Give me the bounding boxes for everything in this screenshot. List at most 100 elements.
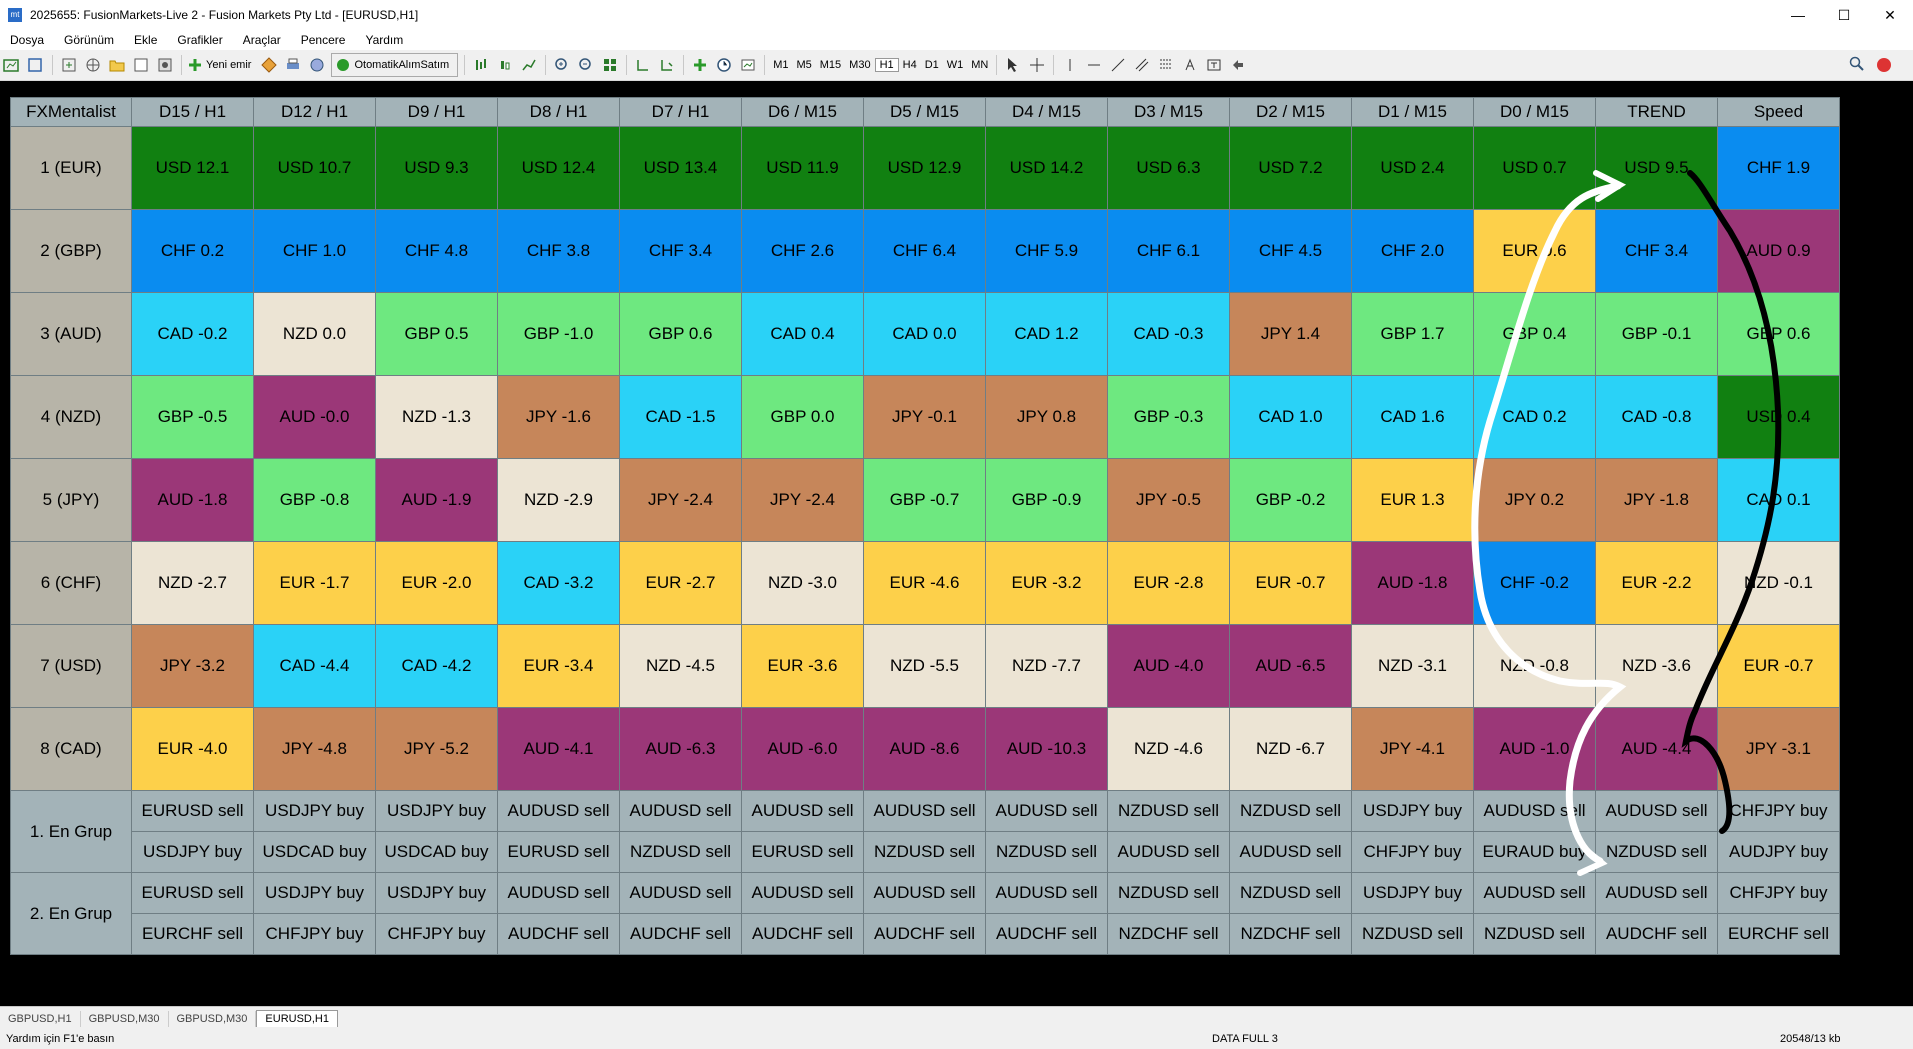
strength-cell: JPY -3.1 [1717, 707, 1840, 791]
folder-icon[interactable] [107, 54, 127, 76]
chart-shift-icon[interactable] [657, 54, 677, 76]
chart-tab[interactable]: GBPUSD,M30 [169, 1011, 257, 1027]
pair-signal-cell: EURUSD sell [131, 790, 254, 832]
strength-cell: AUD -4.1 [497, 707, 620, 791]
terminal-icon[interactable] [131, 54, 151, 76]
strength-cell: USD 13.4 [619, 126, 742, 210]
strength-cell: AUD -4.4 [1595, 707, 1718, 791]
chart-tab[interactable]: GBPUSD,H1 [0, 1011, 81, 1027]
strength-cell: EUR -2.8 [1107, 541, 1230, 625]
menu-araclar[interactable]: Araçlar [233, 33, 291, 47]
market-watch-icon[interactable] [59, 54, 79, 76]
text-tool-icon[interactable] [1180, 54, 1200, 76]
menu-ekle[interactable]: Ekle [124, 33, 167, 47]
tile-windows-icon[interactable] [600, 54, 620, 76]
zoom-in-icon[interactable] [552, 54, 572, 76]
pair-signal-cell: NZDUSD sell [863, 831, 986, 873]
status-help: Yardım için F1'e basın [6, 1033, 115, 1045]
menu-pencere[interactable]: Pencere [291, 33, 356, 47]
strength-cell: NZD -6.7 [1229, 707, 1352, 791]
autoscroll-icon[interactable] [633, 54, 653, 76]
timeframe-h4[interactable]: H4 [899, 59, 921, 71]
new-order-button[interactable]: Yeni emir [188, 54, 255, 76]
new-chart-icon[interactable] [2, 54, 22, 76]
strength-cell: CAD -3.2 [497, 541, 620, 625]
strength-cell: AUD -0.0 [253, 375, 376, 459]
close-button[interactable]: ✕ [1867, 0, 1913, 30]
minimize-button[interactable]: — [1775, 0, 1821, 30]
rank-label: 3 (AUD) [10, 292, 132, 376]
column-header: D8 / H1 [497, 97, 620, 127]
strength-cell: NZD -3.0 [741, 541, 864, 625]
tester-icon[interactable] [155, 54, 175, 76]
navigator-icon[interactable] [83, 54, 103, 76]
channel-icon[interactable] [1132, 54, 1152, 76]
chart-area[interactable]: FXMentalist D15 / H1 D12 / H1 D9 / H1 D8… [0, 81, 1913, 1006]
timeframe-m15[interactable]: M15 [816, 59, 845, 71]
menu-gorunum[interactable]: Görünüm [54, 33, 124, 47]
label-tool-icon[interactable] [1204, 54, 1224, 76]
strength-cell: EUR -0.7 [1229, 541, 1352, 625]
indicators-icon[interactable] [690, 54, 710, 76]
pair-signal-cell: NZDUSD sell [1107, 790, 1230, 832]
timeframe-h1[interactable]: H1 [874, 58, 899, 72]
line-chart-icon[interactable] [519, 54, 539, 76]
group-label: 1. En Grup [10, 790, 132, 873]
trendline-icon[interactable] [1108, 54, 1128, 76]
pair-signal-cell: NZDUSD sell [1595, 831, 1718, 873]
chart-tab-active[interactable]: EURUSD,H1 [256, 1010, 338, 1027]
auto-trading-button[interactable]: OtomatikAlımSatım [331, 53, 459, 77]
menu-grafikler[interactable]: Grafikler [167, 33, 232, 47]
pair-signal-cell: EURUSD sell [497, 831, 620, 873]
periods-icon[interactable] [714, 54, 734, 76]
strength-row: 5 (JPY) AUD -1.8 GBP -0.8 AUD -1.9 NZD -2.9 J… [10, 458, 1840, 542]
strength-cell: USD 0.7 [1473, 126, 1596, 210]
strength-cell: USD 11.9 [741, 126, 864, 210]
strength-cell: USD 0.4 [1717, 375, 1840, 459]
column-header: D9 / H1 [375, 97, 498, 127]
timeframe-m5[interactable]: M5 [792, 59, 815, 71]
pair-signal-cell: EURAUD buy [1473, 831, 1596, 873]
timeframe-m30[interactable]: M30 [845, 59, 874, 71]
pair-signal-cell: AUDCHF sell [619, 913, 742, 955]
notification-icon[interactable] [1875, 56, 1893, 77]
menu-dosya[interactable]: Dosya [0, 33, 54, 47]
arrows-icon[interactable] [1228, 54, 1248, 76]
fibonacci-icon[interactable] [1156, 54, 1176, 76]
cursor-icon[interactable] [1003, 54, 1023, 76]
strength-cell: EUR -4.6 [863, 541, 986, 625]
profiles-icon[interactable] [26, 54, 46, 76]
strength-row: 1 (EUR) USD 12.1 USD 10.7 USD 9.3 USD 12.4 US… [10, 126, 1840, 210]
templates-icon[interactable] [738, 54, 758, 76]
timeframe-mn[interactable]: MN [967, 59, 992, 71]
menu-yardim[interactable]: Yardım [355, 33, 413, 47]
strength-cell: AUD -4.0 [1107, 624, 1230, 708]
chart-tab[interactable]: GBPUSD,M30 [81, 1011, 169, 1027]
bar-chart-icon[interactable] [471, 54, 491, 76]
pair-signal-cell: AUDCHF sell [985, 913, 1108, 955]
pair-signal-cell: AUDUSD sell [1229, 831, 1352, 873]
timeframe-d1[interactable]: D1 [921, 59, 943, 71]
horizontal-line-icon[interactable] [1084, 54, 1104, 76]
candlestick-icon[interactable] [495, 54, 515, 76]
timeframe-m1[interactable]: M1 [769, 59, 792, 71]
pair-signal-cell: AUDUSD sell [741, 790, 864, 832]
toolbar: Yeni emir OtomatikAlımSatım M1 M5 M15 M3… [0, 50, 1913, 81]
zoom-out-icon[interactable] [576, 54, 596, 76]
print-icon[interactable] [283, 54, 303, 76]
diamond-icon[interactable] [259, 54, 279, 76]
strength-cell: AUD -10.3 [985, 707, 1108, 791]
crosshair-icon[interactable] [1027, 54, 1047, 76]
pair-signal-cell: USDJPY buy [131, 831, 254, 873]
timeframe-w1[interactable]: W1 [943, 59, 968, 71]
strength-cell: NZD 0.0 [253, 292, 376, 376]
pair-signal-cell: USDCAD buy [375, 831, 498, 873]
globe-icon[interactable] [307, 54, 327, 76]
pair-signal-cell: AUDUSD sell [1473, 872, 1596, 914]
strength-cell: USD 10.7 [253, 126, 376, 210]
maximize-button[interactable]: ☐ [1821, 0, 1867, 30]
search-icon[interactable] [1849, 56, 1865, 75]
strength-cell: AUD -6.3 [619, 707, 742, 791]
pair-signal-cell: EURCHF sell [131, 913, 254, 955]
vertical-line-icon[interactable] [1060, 54, 1080, 76]
